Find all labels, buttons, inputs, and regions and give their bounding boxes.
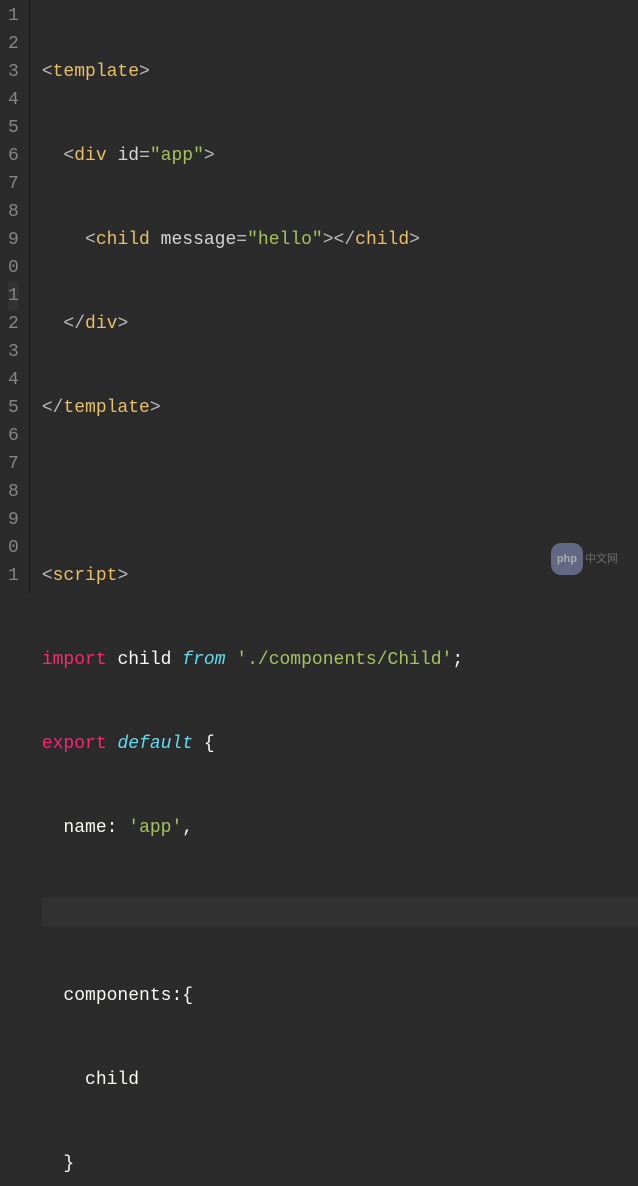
code-line: </div> [42,310,638,338]
line-number-current: 1 [8,282,19,310]
code-line: <child message="hello"></child> [42,226,638,254]
line-number: 0 [8,254,19,282]
code-editor[interactable]: 1 2 3 4 5 6 7 8 9 0 1 2 3 4 5 6 7 8 9 0 … [0,0,638,593]
code-line-current [42,898,638,926]
line-number: 9 [8,226,19,254]
code-line: <template> [42,58,638,86]
code-line: export default { [42,730,638,758]
line-number: 2 [8,310,19,338]
line-number: 5 [8,394,19,422]
line-number: 0 [8,534,19,562]
code-line: </template> [42,394,638,422]
line-number: 4 [8,86,19,114]
line-number: 3 [8,338,19,366]
line-number: 6 [8,422,19,450]
code-line: <script> [42,562,638,590]
code-line: child [42,1066,638,1094]
code-area[interactable]: <template> <div id="app"> <child message… [30,0,638,593]
line-number: 2 [8,30,19,58]
line-number: 4 [8,366,19,394]
line-number: 1 [8,2,19,30]
line-number: 5 [8,114,19,142]
code-line: import child from './components/Child'; [42,646,638,674]
code-line [42,478,638,506]
code-line: name: 'app', [42,814,638,842]
line-number: 9 [8,506,19,534]
line-number: 7 [8,170,19,198]
line-number: 6 [8,142,19,170]
code-line: components:{ [42,982,638,1010]
line-number: 7 [8,450,19,478]
line-number: 1 [8,562,19,590]
line-number: 8 [8,198,19,226]
code-line: <div id="app"> [42,142,638,170]
line-number: 8 [8,478,19,506]
code-line: } [42,1150,638,1178]
line-gutter: 1 2 3 4 5 6 7 8 9 0 1 2 3 4 5 6 7 8 9 0 … [0,0,30,593]
line-number: 3 [8,58,19,86]
